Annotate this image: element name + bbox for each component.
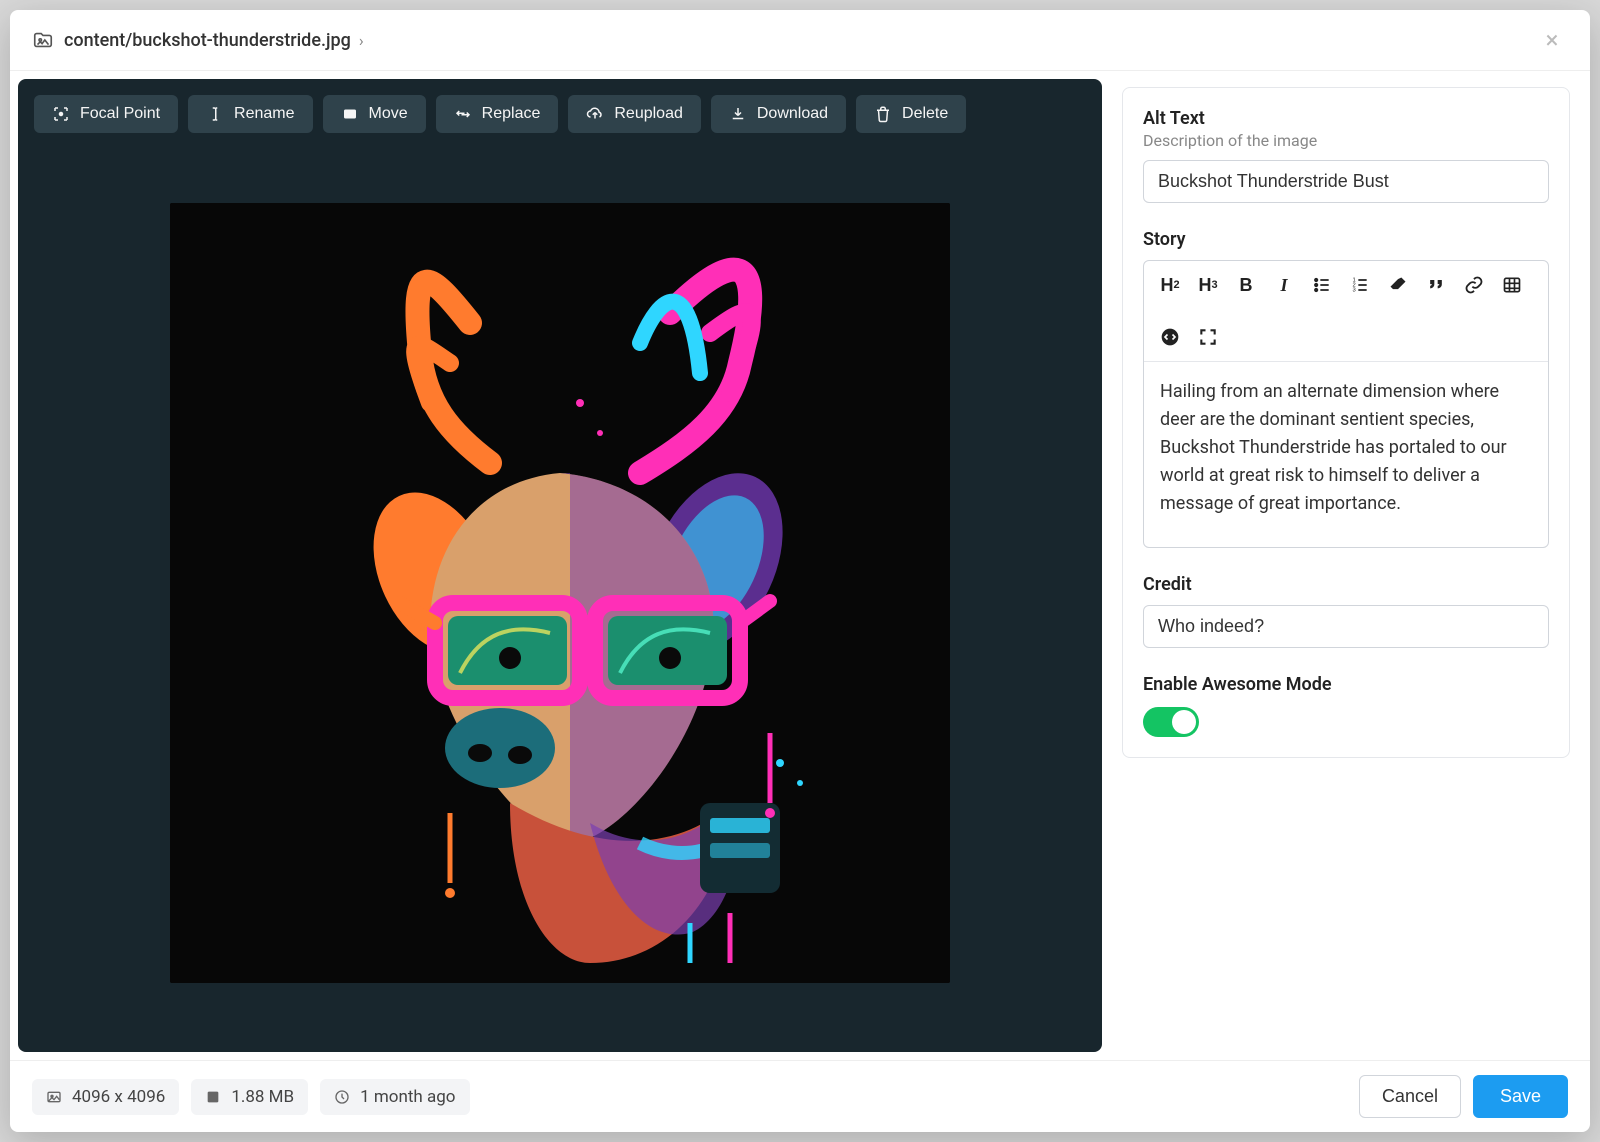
alt-text-label: Alt Text <box>1143 108 1549 129</box>
asset-image-preview[interactable] <box>170 203 950 983</box>
modal-body: Focal Point Rename Move Replace Reupload <box>10 71 1590 1060</box>
preview-pane: Focal Point Rename Move Replace Reupload <box>18 79 1102 1052</box>
focal-point-button[interactable]: Focal Point <box>34 95 178 133</box>
close-button[interactable]: × <box>1536 24 1568 56</box>
folder-move-icon <box>341 105 359 123</box>
reupload-button[interactable]: Reupload <box>568 95 701 133</box>
asset-editor-modal: content/buckshot-thunderstride.jpg › × F… <box>10 10 1590 1132</box>
alt-text-input[interactable] <box>1143 160 1549 203</box>
rte-eraser-button[interactable] <box>1386 273 1410 297</box>
asset-toolbar: Focal Point Rename Move Replace Reupload <box>18 79 1102 133</box>
story-editor: H2 H3 B I 123 <box>1143 260 1549 548</box>
field-alt-text: Alt Text Description of the image <box>1143 108 1549 203</box>
credit-input[interactable] <box>1143 605 1549 648</box>
table-icon <box>1502 275 1522 295</box>
expand-icon <box>1198 327 1218 347</box>
rte-bold-button[interactable]: B <box>1234 273 1258 297</box>
rte-fullscreen-button[interactable] <box>1196 325 1220 349</box>
disk-icon <box>205 1089 221 1105</box>
dimensions-icon <box>46 1089 62 1105</box>
rte-h3-button[interactable]: H3 <box>1196 273 1220 297</box>
crosshair-icon <box>52 105 70 123</box>
link-icon <box>1464 275 1484 295</box>
quote-icon <box>1426 275 1446 295</box>
cursor-text-icon <box>206 105 224 123</box>
modal-footer: 4096 x 4096 1.88 MB 1 month ago Cancel S… <box>10 1060 1590 1132</box>
credit-label: Credit <box>1143 574 1549 595</box>
filesize-badge: 1.88 MB <box>191 1079 308 1115</box>
replace-button[interactable]: Replace <box>436 95 559 133</box>
awesome-mode-toggle[interactable] <box>1143 707 1199 737</box>
rte-italic-button[interactable]: I <box>1272 273 1296 297</box>
awesome-mode-label: Enable Awesome Mode <box>1143 674 1549 695</box>
deer-illustration <box>170 203 950 983</box>
rte-ol-button[interactable]: 123 <box>1348 273 1372 297</box>
code-icon <box>1160 327 1180 347</box>
toggle-knob <box>1172 710 1196 734</box>
field-story: Story H2 H3 B I 123 <box>1143 229 1549 548</box>
download-icon <box>729 105 747 123</box>
svg-text:3: 3 <box>1353 288 1356 294</box>
field-awesome-mode: Enable Awesome Mode <box>1143 674 1549 737</box>
clock-icon <box>334 1089 350 1105</box>
delete-button[interactable]: Delete <box>856 95 966 133</box>
image-preview-wrap <box>18 133 1102 1052</box>
modal-header: content/buckshot-thunderstride.jpg › × <box>10 10 1590 71</box>
swap-icon <box>454 105 472 123</box>
fields-pane: Alt Text Description of the image Story … <box>1102 71 1590 1060</box>
folder-image-icon <box>32 29 54 51</box>
cancel-button[interactable]: Cancel <box>1359 1075 1461 1118</box>
list-ol-icon: 123 <box>1350 275 1370 295</box>
field-credit: Credit <box>1143 574 1549 648</box>
alt-text-help: Description of the image <box>1143 131 1549 150</box>
dimensions-badge: 4096 x 4096 <box>32 1079 179 1115</box>
rte-code-button[interactable] <box>1158 325 1182 349</box>
age-badge: 1 month ago <box>320 1079 469 1115</box>
rte-quote-button[interactable] <box>1424 273 1448 297</box>
list-ul-icon <box>1312 275 1332 295</box>
rte-table-button[interactable] <box>1500 273 1524 297</box>
cloud-upload-icon <box>586 105 604 123</box>
trash-icon <box>874 105 892 123</box>
breadcrumb-path[interactable]: content/buckshot-thunderstride.jpg <box>64 30 351 51</box>
story-label: Story <box>1143 229 1549 250</box>
rte-toolbar: H2 H3 B I 123 <box>1144 261 1548 362</box>
save-button[interactable]: Save <box>1473 1075 1568 1118</box>
story-content[interactable]: Hailing from an alternate dimension wher… <box>1144 362 1548 547</box>
rte-link-button[interactable] <box>1462 273 1486 297</box>
fields-card: Alt Text Description of the image Story … <box>1122 87 1570 758</box>
move-button[interactable]: Move <box>323 95 426 133</box>
rename-button[interactable]: Rename <box>188 95 312 133</box>
rte-ul-button[interactable] <box>1310 273 1334 297</box>
download-button[interactable]: Download <box>711 95 846 133</box>
eraser-icon <box>1388 275 1408 295</box>
chevron-right-icon: › <box>359 31 364 50</box>
rte-h2-button[interactable]: H2 <box>1158 273 1182 297</box>
